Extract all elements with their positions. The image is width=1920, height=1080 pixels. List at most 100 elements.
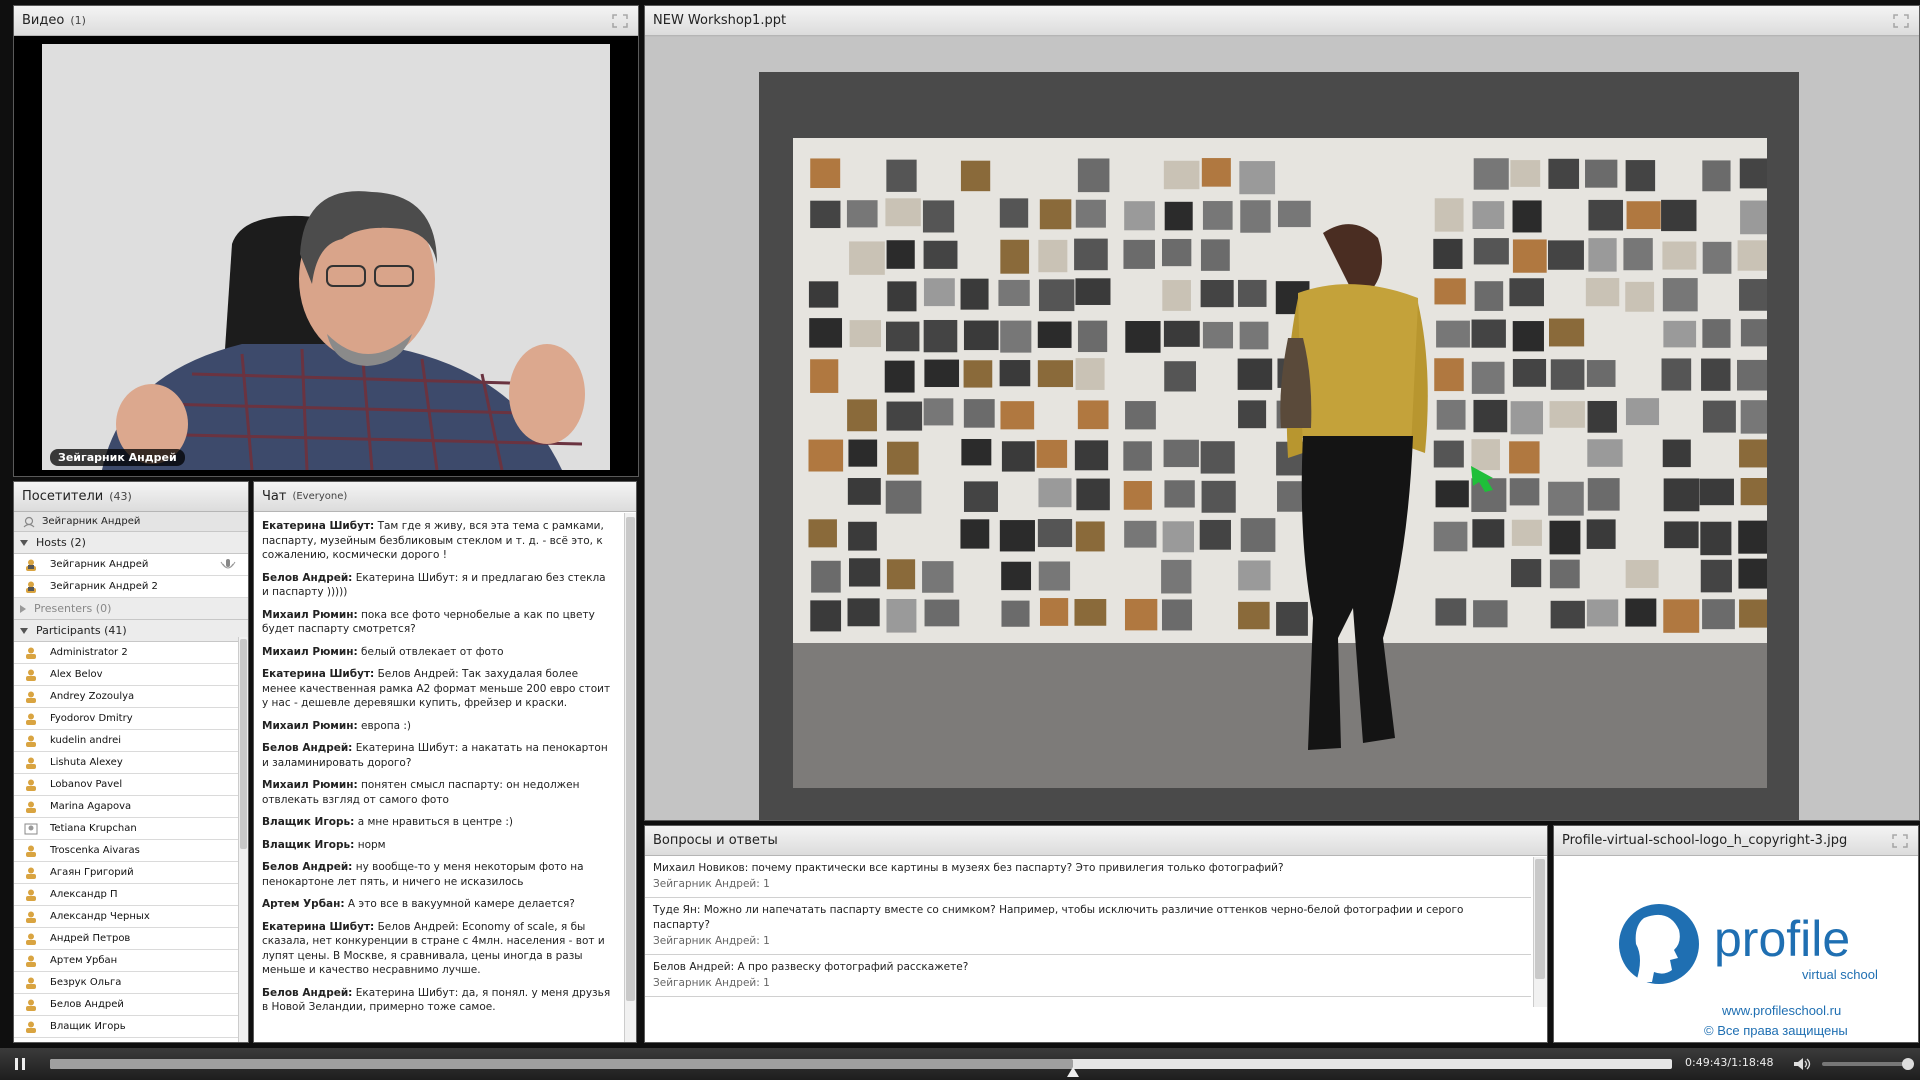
presenters-group-label: Presenters (0) xyxy=(34,602,112,615)
volume-handle[interactable] xyxy=(1902,1058,1914,1070)
qa-header: Вопросы и ответы xyxy=(645,826,1547,856)
participant-name: Fyodorov Dmitry xyxy=(50,713,133,724)
logo-pod-title: Profile-virtual-school-logo_h_copyright-… xyxy=(1562,833,1848,848)
participant-row[interactable]: Агаян Григорий xyxy=(14,862,238,884)
presenters-group[interactable]: Presenters (0) xyxy=(14,598,248,620)
chevron-down-icon xyxy=(20,539,28,546)
participant-row[interactable]: Влащик Игорь xyxy=(14,1016,238,1038)
chat-message: Белов Андрей: Екатерина Шибут: я и предл… xyxy=(262,571,614,600)
host-row[interactable]: Зейгарник Андрей xyxy=(14,554,248,576)
participant-name: Александр П xyxy=(50,889,118,900)
participant-name: Troscenka Aivaras xyxy=(50,845,140,856)
qa-item[interactable]: Туде Ян: Можно ли напечатать паспарту вм… xyxy=(645,898,1531,955)
profile-logo-image: profile virtual school www.profileschool… xyxy=(1619,904,1878,1038)
qa-scroll-thumb[interactable] xyxy=(1535,859,1545,979)
user-icon xyxy=(26,999,36,1011)
chat-message-author: Михаил Рюмин: xyxy=(262,645,358,658)
participant-name: Артем Урбан xyxy=(50,955,118,966)
participant-row[interactable]: Troscenka Aivaras xyxy=(14,840,238,862)
participants-group[interactable]: Participants (41) xyxy=(14,620,248,642)
volume-icon[interactable] xyxy=(1793,1057,1811,1071)
participant-row[interactable]: Александр Черных xyxy=(14,906,238,928)
attendees-header: Посетители (43) xyxy=(14,482,248,512)
slide-photo xyxy=(793,138,1767,788)
user-icon xyxy=(26,1021,36,1033)
host-name: Зейгарник Андрей xyxy=(50,559,149,570)
seek-progress xyxy=(50,1059,1074,1069)
chat-scrollbar[interactable] xyxy=(624,513,636,1042)
chat-message-author: Влащик Игорь: xyxy=(262,838,355,851)
participant-row[interactable]: Безрук Ольга xyxy=(14,972,238,994)
webcam-frame-image xyxy=(42,44,610,470)
participant-row[interactable]: Александр П xyxy=(14,884,238,906)
user-icon xyxy=(26,955,36,967)
logo-pod: Profile-virtual-school-logo_h_copyright-… xyxy=(1553,825,1919,1043)
user-icon xyxy=(26,845,36,857)
user-icon xyxy=(26,713,36,725)
participant-row[interactable]: Андрей Петров xyxy=(14,928,238,950)
host-row[interactable]: Зейгарник Андрей 2 xyxy=(14,576,248,598)
qa-item[interactable]: Белов Андрей: А про развеску фотографий … xyxy=(645,955,1531,997)
logo-tagline-text: virtual school xyxy=(1802,967,1878,982)
fullscreen-icon[interactable] xyxy=(1893,14,1909,28)
qa-answer: Зейгарник Андрей: 1 xyxy=(653,878,770,890)
chevron-down-icon xyxy=(20,627,28,634)
participant-name: Белов Андрей xyxy=(50,999,124,1010)
pause-icon[interactable] xyxy=(14,1057,26,1071)
slide-stage xyxy=(645,37,1919,820)
participants-scrollbar[interactable] xyxy=(238,637,248,1042)
user-icon xyxy=(26,977,36,989)
chat-message-author: Михаил Рюмин: xyxy=(262,608,358,621)
user-icon xyxy=(26,691,36,703)
participants-group-label: Participants (41) xyxy=(36,624,127,637)
participant-name: Андрей Петров xyxy=(50,933,131,944)
participant-name: Агаян Григорий xyxy=(50,867,134,878)
host-icon xyxy=(26,581,36,593)
logo-brand-text: profile xyxy=(1714,911,1850,967)
participants-scroll-thumb[interactable] xyxy=(240,639,247,849)
participant-row[interactable]: kudelin andrei xyxy=(14,730,238,752)
participant-row[interactable]: Fyodorov Dmitry xyxy=(14,708,238,730)
participant-row[interactable]: Alex Belov xyxy=(14,664,238,686)
chat-message-author: Михаил Рюмин: xyxy=(262,779,358,791)
current-user-row[interactable]: Зейгарник Андрей xyxy=(14,512,248,532)
participant-name: Безрук Ольга xyxy=(50,977,122,988)
qa-list: Михаил Новиков: почему практически все к… xyxy=(645,856,1547,997)
attendees-count: (43) xyxy=(109,490,132,503)
participant-row[interactable]: Tetiana Krupchan xyxy=(14,818,238,840)
participant-row[interactable]: Lobanov Pavel xyxy=(14,774,238,796)
participant-row[interactable]: Administrator 2 xyxy=(14,642,238,664)
chat-message: Екатерина Шибут: Белов Андрей: Economy o… xyxy=(262,920,614,978)
fullscreen-icon[interactable] xyxy=(612,14,628,28)
qa-question: Михаил Новиков: почему практически все к… xyxy=(653,862,1284,874)
seek-track[interactable] xyxy=(50,1059,1672,1069)
user-icon xyxy=(26,735,36,747)
hosts-group[interactable]: Hosts (2) xyxy=(14,532,248,554)
qa-item[interactable]: Михаил Новиков: почему практически все к… xyxy=(645,856,1531,898)
current-user-name: Зейгарник Андрей xyxy=(42,516,141,527)
fullscreen-icon[interactable] xyxy=(1892,834,1908,848)
qa-scrollbar[interactable] xyxy=(1533,857,1547,1007)
logo-copyright-text: © Все права защищены xyxy=(1704,1023,1848,1038)
chat-scroll-thumb[interactable] xyxy=(626,517,635,1001)
participant-name: Alex Belov xyxy=(50,669,103,680)
chat-message: Белов Андрей: ну вообще-то у меня некото… xyxy=(262,860,614,889)
chat-message-author: Влащик Игорь: xyxy=(262,816,355,828)
user-icon xyxy=(26,933,36,945)
chat-message: Михаил Рюмин: белый отвлекает от фото xyxy=(262,645,614,660)
participant-row[interactable]: Lishuta Alexey xyxy=(14,752,238,774)
qa-question: Туде Ян: Можно ли напечатать паспарту вм… xyxy=(653,904,1464,931)
qa-question: Белов Андрей: А про развеску фотографий … xyxy=(653,961,969,973)
chat-pod: Чат (Everyone) Екатерина Шибут: Там где … xyxy=(253,481,637,1043)
logo-pod-header: Profile-virtual-school-logo_h_copyright-… xyxy=(1554,826,1918,856)
chat-message-text: белый отвлекает от фото xyxy=(357,645,504,658)
participant-row[interactable]: Marina Agapova xyxy=(14,796,238,818)
seek-handle[interactable] xyxy=(1067,1067,1080,1077)
participant-name: Александр Черных xyxy=(50,911,150,922)
slide xyxy=(759,72,1799,820)
volume-slider[interactable] xyxy=(1822,1062,1908,1066)
participant-row[interactable]: Артем Урбан xyxy=(14,950,238,972)
chat-message-author: Белов Андрей: xyxy=(262,986,353,999)
participant-row[interactable]: Белов Андрей xyxy=(14,994,238,1016)
participant-row[interactable]: Andrey Zozoulya xyxy=(14,686,238,708)
